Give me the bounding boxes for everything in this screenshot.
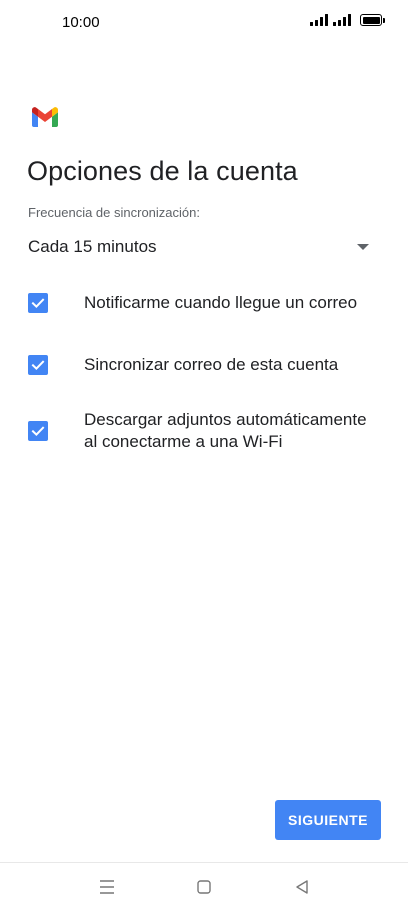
status-bar: 10:00 [0, 0, 408, 46]
notify-new-mail-label: Notificarme cuando llegue un correo [84, 293, 358, 312]
status-time: 10:00 [62, 14, 100, 31]
checkmark-icon [31, 298, 45, 309]
page-title: Opciones de la cuenta [27, 156, 298, 186]
sync-frequency-value: Cada 15 minutos [28, 237, 157, 256]
sync-mail-label: Sincronizar correo de esta cuenta [84, 355, 339, 374]
download-attachments-checkbox[interactable] [28, 421, 48, 441]
sync-mail-option[interactable]: Sincronizar correo de esta cuenta [28, 354, 380, 376]
navigation-bar [0, 862, 408, 911]
sync-mail-checkbox[interactable] [28, 355, 48, 375]
download-attachments-option[interactable]: Descargar adjuntos automáticamente al co… [28, 409, 380, 453]
signal-icon-2 [333, 14, 351, 26]
screen: 10:00 Opciones de la cuenta Frecuencia d… [0, 0, 408, 911]
battery-icon [360, 14, 385, 26]
home-icon[interactable] [193, 877, 215, 897]
notify-new-mail-option[interactable]: Notificarme cuando llegue un correo [28, 292, 380, 314]
menu-icon[interactable] [96, 877, 118, 897]
back-icon[interactable] [292, 877, 314, 897]
checkmark-icon [31, 426, 45, 437]
signal-icon [310, 14, 328, 26]
status-icons [310, 14, 385, 26]
notify-new-mail-checkbox[interactable] [28, 293, 48, 313]
sync-frequency-dropdown[interactable]: Cada 15 minutos [28, 232, 378, 262]
sync-frequency-label: Frecuencia de sincronización: [28, 205, 200, 220]
download-attachments-label: Descargar adjuntos automáticamente al co… [84, 410, 367, 451]
checkmark-icon [31, 360, 45, 371]
gmail-logo-icon [32, 107, 58, 127]
next-button[interactable]: SIGUIENTE [275, 800, 381, 840]
dropdown-arrow-icon [357, 244, 369, 250]
